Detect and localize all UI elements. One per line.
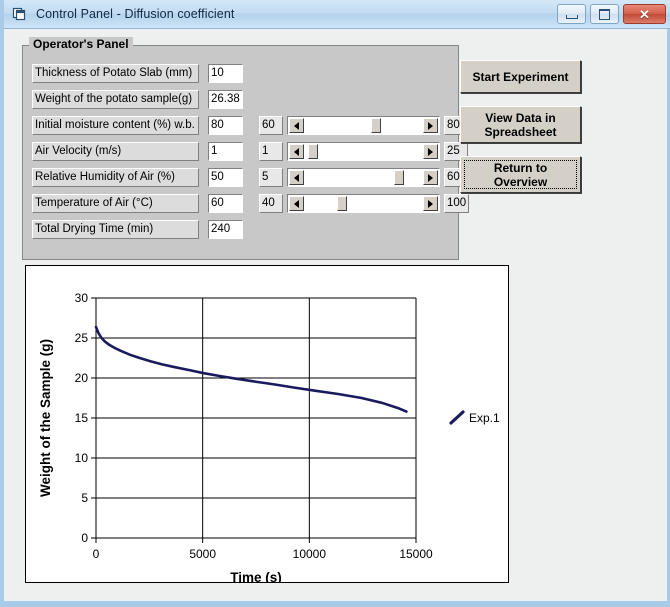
value-relative-humidity[interactable]: 50	[208, 168, 243, 187]
return-label-line1: Return to	[493, 160, 548, 175]
svg-text:5: 5	[81, 491, 88, 505]
slider-relative-humidity[interactable]	[287, 168, 440, 187]
svg-text:0: 0	[93, 547, 100, 561]
slider-left-arrow-icon[interactable]	[289, 196, 304, 211]
slider-max-temperature: 100	[444, 194, 470, 213]
slider-temperature[interactable]	[287, 194, 440, 213]
slider-min-air-velocity: 1	[259, 142, 283, 161]
slider-thumb[interactable]	[308, 144, 319, 159]
field-row-thickness: Thickness of Potato Slab (mm) 10	[32, 64, 243, 83]
window-title: Control Panel - Diffusion coefficient	[36, 7, 235, 21]
svg-text:30: 30	[75, 291, 89, 305]
slider-thumb[interactable]	[337, 196, 348, 211]
maximize-button[interactable]	[590, 4, 619, 24]
label-air-velocity: Air Velocity (m/s)	[32, 142, 199, 161]
value-total-drying-time[interactable]: 240	[208, 220, 243, 239]
close-icon: ✕	[639, 6, 650, 22]
label-temperature: Temperature of Air (°C)	[32, 194, 199, 213]
slider-thumb[interactable]	[393, 170, 404, 185]
field-row-initial-moisture: Initial moisture content (%) w.b. 80	[32, 116, 243, 135]
operators-panel: Operator's Panel Thickness of Potato Sla…	[22, 37, 470, 260]
slider-right-arrow-icon[interactable]	[423, 118, 438, 133]
value-initial-moisture[interactable]: 80	[208, 116, 243, 135]
field-row-weight: Weight of the potato sample(g) 26.38	[32, 90, 243, 109]
slider-row-initial-moisture: 60 80	[259, 116, 468, 135]
label-thickness: Thickness of Potato Slab (mm)	[32, 64, 199, 83]
operators-panel-legend: Operator's Panel	[29, 37, 133, 51]
label-weight: Weight of the potato sample(g)	[32, 90, 199, 109]
view-data-in-spreadsheet-button[interactable]: View Data in Spreadsheet	[460, 106, 581, 143]
svg-text:15000: 15000	[399, 547, 433, 561]
value-temperature[interactable]: 60	[208, 194, 243, 213]
return-label-line2: Overview	[493, 174, 548, 189]
chart-canvas: 0 5 10 15 20 25 30 0 5000 10000 15000 Time (s) Weigh…	[38, 291, 500, 582]
slider-initial-moisture[interactable]	[287, 116, 440, 135]
slider-min-initial-moisture: 60	[259, 116, 283, 135]
svg-text:20: 20	[75, 371, 89, 385]
value-weight[interactable]: 26.38	[208, 90, 243, 109]
slider-right-arrow-icon[interactable]	[423, 144, 438, 159]
close-button[interactable]: ✕	[623, 4, 666, 24]
window-document-icon	[12, 6, 28, 22]
label-relative-humidity: Relative Humidity of Air (%)	[32, 168, 199, 187]
view-data-label-line1: View Data in	[485, 110, 556, 125]
field-row-relative-humidity: Relative Humidity of Air (%) 50	[32, 168, 243, 187]
value-air-velocity[interactable]: 1	[208, 142, 243, 161]
svg-text:15: 15	[75, 411, 89, 425]
start-experiment-button[interactable]: Start Experiment	[460, 60, 581, 93]
return-to-overview-button[interactable]: Return to Overview	[460, 156, 581, 193]
slider-thumb[interactable]	[370, 118, 381, 133]
value-thickness[interactable]: 10	[208, 64, 243, 83]
svg-text:Weight of the Sample (g): Weight of the Sample (g)	[38, 339, 53, 497]
client-area: Operator's Panel Thickness of Potato Sla…	[8, 29, 667, 601]
slider-row-air-velocity: 1 25	[259, 142, 468, 161]
slider-min-relative-humidity: 5	[259, 168, 283, 187]
field-row-total-drying-time: Total Drying Time (min) 240	[32, 220, 243, 239]
field-row-air-velocity: Air Velocity (m/s) 1	[32, 142, 243, 161]
label-initial-moisture: Initial moisture content (%) w.b.	[32, 116, 199, 135]
maximize-icon	[599, 8, 610, 20]
slider-right-arrow-icon[interactable]	[423, 170, 438, 185]
svg-text:25: 25	[75, 331, 89, 345]
view-data-label-line2: Spreadsheet	[484, 124, 557, 139]
slider-left-arrow-icon[interactable]	[289, 144, 304, 159]
slider-min-temperature: 40	[259, 194, 283, 213]
application-window: Control Panel - Diffusion coefficient ✕ …	[0, 0, 670, 607]
slider-air-velocity[interactable]	[287, 142, 440, 161]
minimize-button[interactable]	[557, 4, 586, 24]
svg-text:Exp.1: Exp.1	[469, 411, 500, 425]
weight-vs-time-chart: 0 5 10 15 20 25 30 0 5000 10000 15000 Time (s) Weigh…	[25, 265, 509, 583]
slider-left-arrow-icon[interactable]	[289, 118, 304, 133]
svg-text:10000: 10000	[293, 547, 327, 561]
svg-text:5000: 5000	[189, 547, 216, 561]
svg-text:10: 10	[75, 451, 89, 465]
title-bar: Control Panel - Diffusion coefficient ✕	[4, 0, 670, 29]
start-experiment-label: Start Experiment	[472, 69, 569, 84]
slider-right-arrow-icon[interactable]	[423, 196, 438, 211]
svg-text:0: 0	[81, 531, 88, 545]
svg-text:Time (s): Time (s)	[230, 570, 282, 582]
minimize-icon	[565, 14, 578, 19]
slider-row-temperature: 40 100	[259, 194, 470, 213]
label-total-drying-time: Total Drying Time (min)	[32, 220, 199, 239]
slider-left-arrow-icon[interactable]	[289, 170, 304, 185]
window-controls: ✕	[557, 4, 666, 24]
slider-row-relative-humidity: 5 60	[259, 168, 468, 187]
field-row-temperature: Temperature of Air (°C) 60	[32, 194, 243, 213]
